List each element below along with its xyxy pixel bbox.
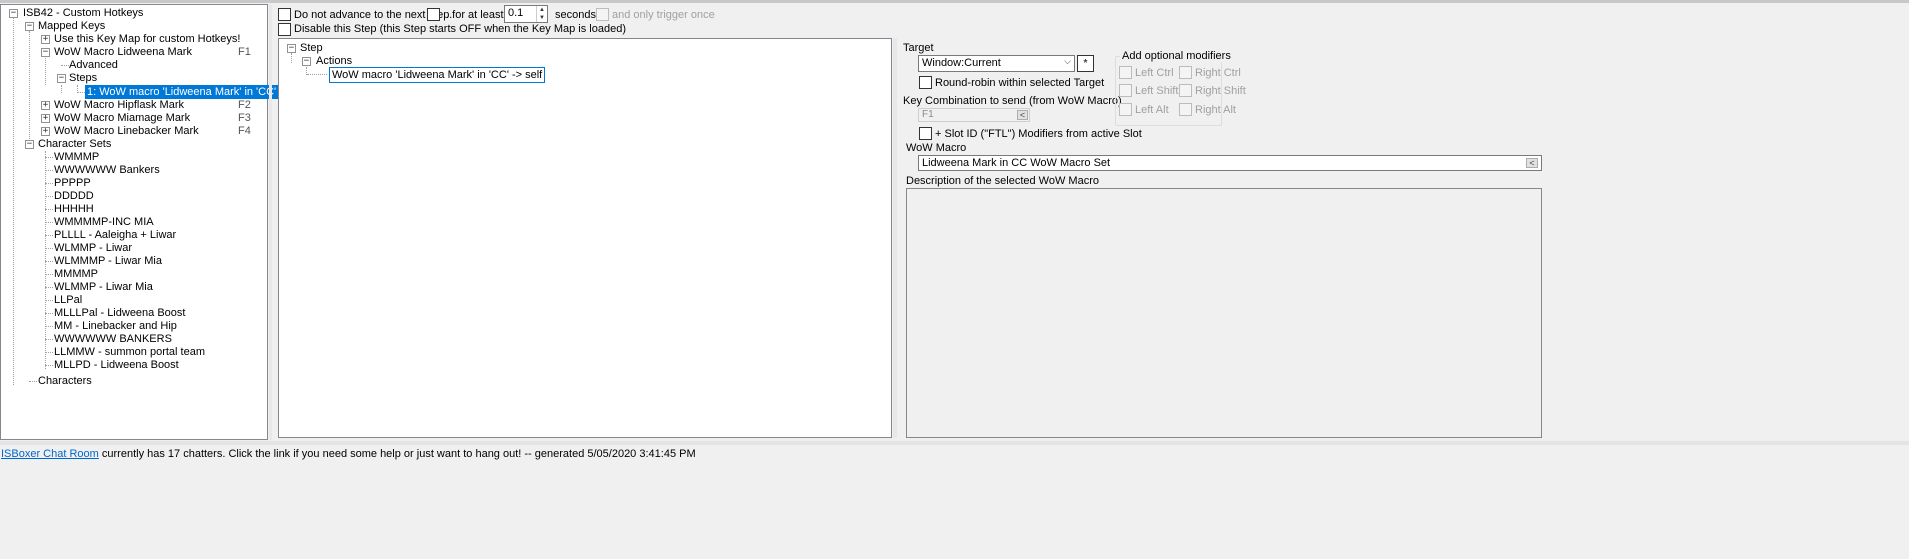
hotkey-f1: F1 <box>238 46 251 58</box>
tree-set-item[interactable]: HHHHH <box>54 202 94 216</box>
tree-action-1[interactable]: WoW macro 'Lidweena Mark' in 'CC' -> sel… <box>329 67 546 83</box>
spin-down-icon[interactable]: ▼ <box>537 14 547 22</box>
chat-room-link[interactable]: ISBoxer Chat Room <box>1 448 99 460</box>
target-wildcard-button[interactable]: * <box>1077 55 1094 72</box>
tree-hipflask-mark[interactable]: WoW Macro Hipflask Mark <box>54 98 184 112</box>
round-robin-checkbox[interactable] <box>919 76 932 89</box>
right-ctrl-checkbox[interactable] <box>1179 66 1192 79</box>
right-alt-checkbox[interactable] <box>1179 103 1192 116</box>
tree-set-item[interactable]: WWWWWW Bankers <box>54 163 160 177</box>
tree-set-item[interactable]: MLLPD - Lidweena Boost <box>54 358 179 372</box>
tree-steps[interactable]: Steps <box>69 71 97 85</box>
key-clear-button[interactable]: < <box>1017 110 1028 120</box>
tree-set-item[interactable]: WMMMMP-INC MIA <box>54 215 154 229</box>
round-robin-label: Round-robin within selected Target <box>935 77 1105 89</box>
right-shift-label: Right Shift <box>1195 85 1246 97</box>
slot-id-label: + Slot ID ("FTL") Modifiers from active … <box>935 128 1142 140</box>
status-text: currently has 17 chatters. Click the lin… <box>98 448 696 460</box>
step-actions-tree[interactable]: − Step − Actions WoW macro 'Lidweena Mar… <box>278 38 892 438</box>
tree-step[interactable]: Step <box>300 41 323 55</box>
collapse-root-icon[interactable]: − <box>9 9 18 18</box>
collapse-steps-icon[interactable]: − <box>57 74 66 83</box>
hotkey-f3: F3 <box>238 112 251 124</box>
collapse-actions-icon[interactable]: − <box>302 57 311 66</box>
tree-set-item[interactable]: PPPPP <box>54 176 91 190</box>
tree-set-item[interactable]: PLLLL - Aaleigha + Liwar <box>54 228 176 242</box>
chevron-down-icon: ⌵ <box>1064 56 1071 66</box>
spin-up-icon[interactable]: ▲ <box>537 6 547 14</box>
hotkey-f2: F2 <box>238 99 251 111</box>
tree-root[interactable]: ISB42 - Custom Hotkeys <box>23 6 143 20</box>
left-shift-checkbox[interactable] <box>1119 84 1132 97</box>
tree-mapped-keys[interactable]: Mapped Keys <box>38 19 105 33</box>
left-shift-label: Left Shift <box>1135 85 1179 97</box>
collapse-character-sets-icon[interactable]: − <box>25 140 34 149</box>
for-at-least-checkbox[interactable] <box>427 8 440 21</box>
tree-use-key-map[interactable]: Use this Key Map for custom Hotkeys! <box>54 32 240 46</box>
tree-lidweena-mark[interactable]: WoW Macro Lidweena Mark <box>54 45 192 59</box>
key-combo-label: Key Combination to send (from WoW Macro) <box>903 95 1122 107</box>
description-box[interactable] <box>906 188 1542 438</box>
expand-hipflask-icon[interactable]: + <box>41 101 50 110</box>
target-dropdown[interactable]: Window:Current ⌵ <box>918 55 1075 72</box>
slot-id-checkbox[interactable] <box>919 127 932 140</box>
tree-set-item[interactable]: MLLLPal - Lidweena Boost <box>54 306 185 320</box>
tree-miamage-mark[interactable]: WoW Macro Miamage Mark <box>54 111 190 125</box>
tree-set-item[interactable]: WLMMP - Liwar <box>54 241 132 255</box>
wow-macro-field[interactable]: Lidweena Mark in CC WoW Macro Set <box>918 155 1542 171</box>
tree-set-item[interactable]: WLMMMP - Liwar Mia <box>54 254 162 268</box>
for-at-least-label: ...for at least <box>443 9 504 21</box>
tree-set-item[interactable]: LLMMW - summon portal team <box>54 345 205 359</box>
tree-set-item[interactable]: MM - Linebacker and Hip <box>54 319 177 333</box>
seconds-label: seconds <box>555 9 596 21</box>
only-once-checkbox[interactable] <box>596 8 609 21</box>
right-ctrl-label: Right Ctrl <box>1195 67 1241 79</box>
expand-use-key-map-icon[interactable]: + <box>41 35 50 44</box>
target-label: Target <box>903 42 934 54</box>
tree-advanced[interactable]: Advanced <box>69 58 118 72</box>
tree-set-item[interactable]: LLPal <box>54 293 82 307</box>
hotkey-f4: F4 <box>238 125 251 137</box>
tree-set-item[interactable]: WWWWWW BANKERS <box>54 332 172 346</box>
tree-set-item[interactable]: WLMMP - Liwar Mia <box>54 280 153 294</box>
no-advance-checkbox[interactable] <box>278 8 291 21</box>
tree-set-item[interactable]: DDDDD <box>54 189 94 203</box>
bottom-splitter[interactable] <box>0 441 1909 445</box>
description-label: Description of the selected WoW Macro <box>906 175 1099 187</box>
expand-linebacker-icon[interactable]: + <box>41 127 50 136</box>
wow-macro-label: WoW Macro <box>906 142 967 154</box>
tree-set-item[interactable]: WMMMP <box>54 150 99 164</box>
left-alt-checkbox[interactable] <box>1119 103 1132 116</box>
collapse-mapped-keys-icon[interactable]: − <box>25 22 34 31</box>
splitter[interactable] <box>269 4 272 440</box>
only-once-label: and only trigger once <box>612 9 715 21</box>
disable-step-label: Disable this Step (this Step starts OFF … <box>294 23 626 35</box>
tree-linebacker-mark[interactable]: WoW Macro Linebacker Mark <box>54 124 199 138</box>
tree-characters[interactable]: Characters <box>38 374 92 388</box>
left-ctrl-checkbox[interactable] <box>1119 66 1132 79</box>
tree-character-sets[interactable]: Character Sets <box>38 137 111 151</box>
collapse-lidweena-icon[interactable]: − <box>41 48 50 57</box>
status-bar: ISBoxer Chat Room currently has 17 chatt… <box>1 448 696 461</box>
tree-actions[interactable]: Actions <box>316 54 352 68</box>
right-alt-label: Right Alt <box>1195 104 1236 116</box>
modifiers-title: Add optional modifiers <box>1120 50 1233 62</box>
wow-macro-browse-button[interactable]: < <box>1526 158 1538 168</box>
tree-set-item[interactable]: MMMMP <box>54 267 98 281</box>
expand-miamage-icon[interactable]: + <box>41 114 50 123</box>
left-alt-label: Left Alt <box>1135 104 1169 116</box>
disable-step-checkbox[interactable] <box>278 23 291 36</box>
key-map-tree[interactable]: − ISB42 - Custom Hotkeys − Mapped Keys +… <box>0 4 312 440</box>
splitter-right[interactable] <box>893 38 897 438</box>
seconds-spinner[interactable]: ▲ ▼ <box>536 6 547 22</box>
window-top-border <box>0 0 1909 3</box>
collapse-step-icon[interactable]: − <box>287 44 296 53</box>
left-ctrl-label: Left Ctrl <box>1135 67 1174 79</box>
right-shift-checkbox[interactable] <box>1179 84 1192 97</box>
key-combination-field: F1 <box>918 108 1030 122</box>
